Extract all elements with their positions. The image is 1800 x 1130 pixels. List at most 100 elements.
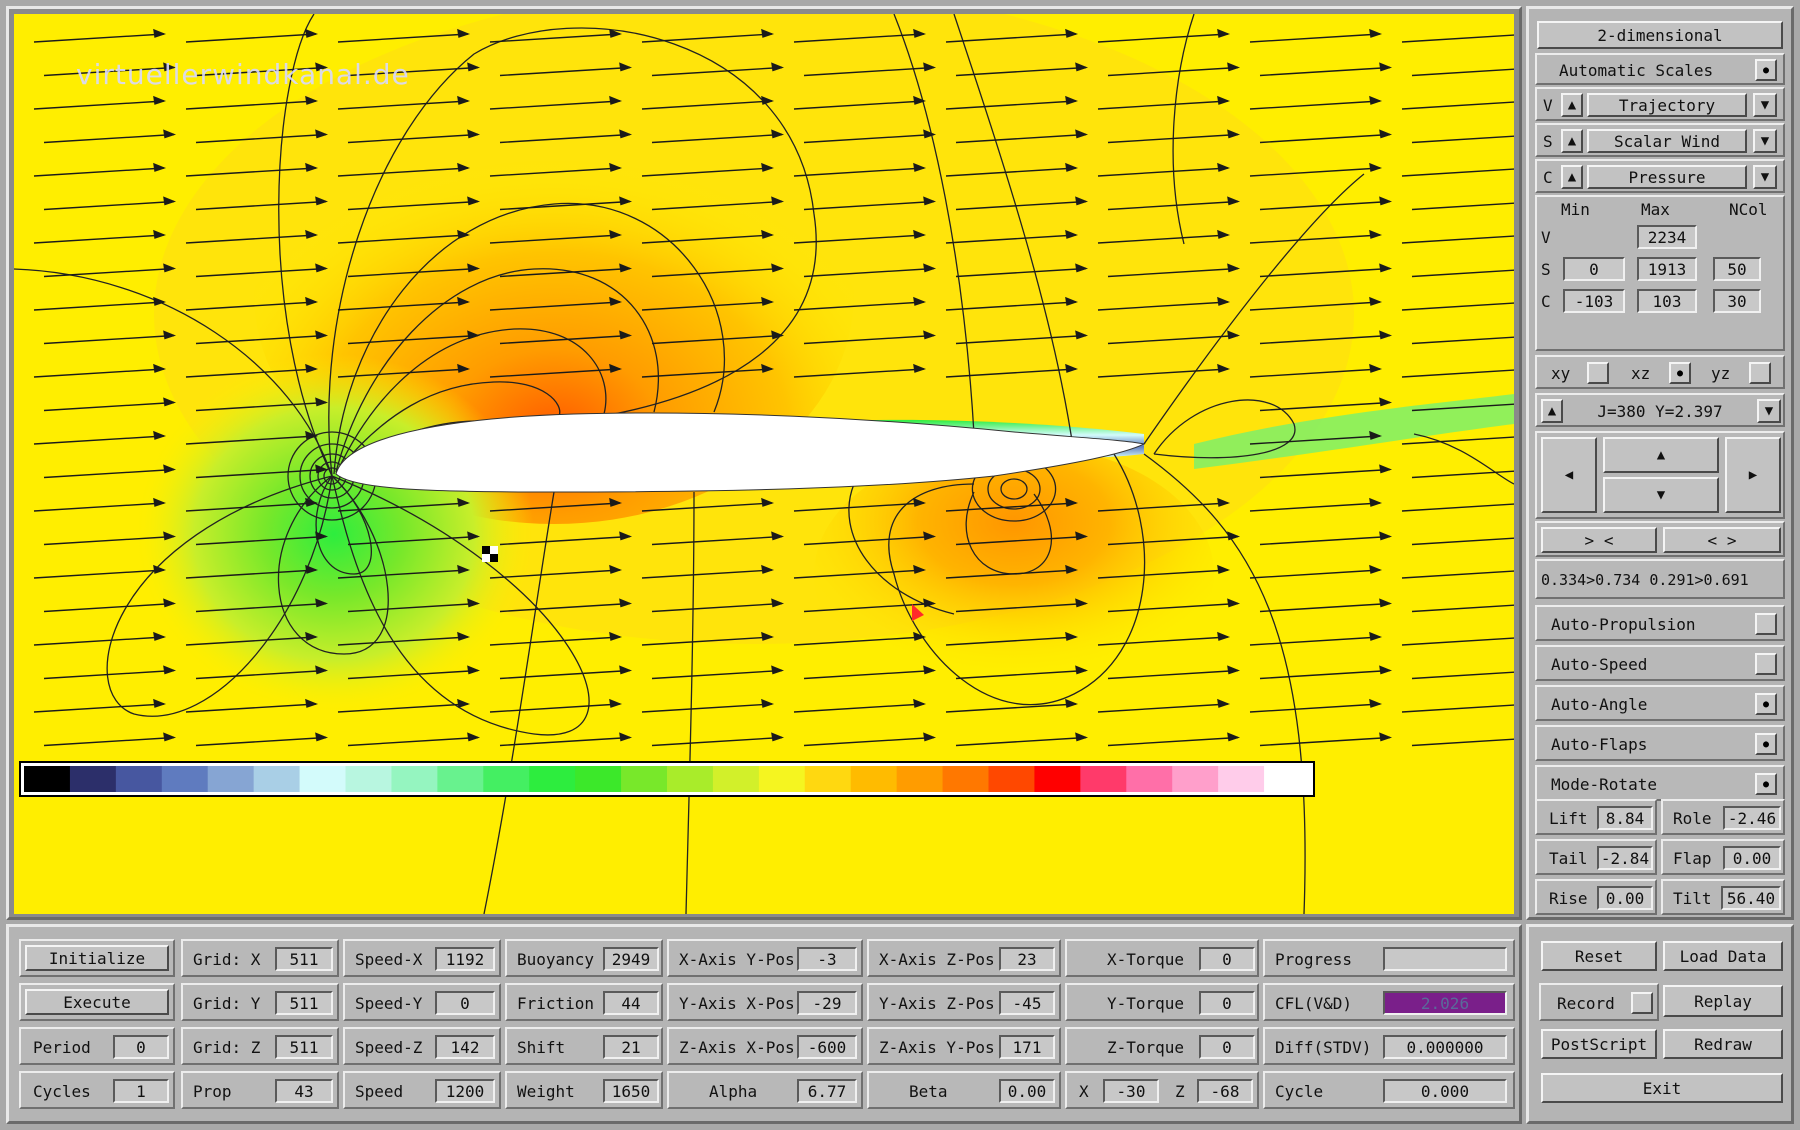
reset-button[interactable]: Reset bbox=[1541, 941, 1657, 971]
slice-up-arrow-icon[interactable]: ▲ bbox=[1541, 399, 1563, 423]
alpha-value[interactable]: 6.77 bbox=[797, 1079, 857, 1103]
speed-z-value[interactable]: 142 bbox=[435, 1035, 495, 1059]
plane-xy-radio[interactable] bbox=[1587, 362, 1609, 384]
zaxis-ypos-value[interactable]: 171 bbox=[999, 1035, 1055, 1059]
contour-dropdown-arrow-icon[interactable]: ▼ bbox=[1753, 165, 1777, 189]
slice-down-arrow-icon[interactable]: ▼ bbox=[1757, 399, 1781, 423]
cycles-value[interactable]: 1 bbox=[113, 1079, 169, 1103]
friction-value[interactable]: 44 bbox=[603, 991, 659, 1015]
contour-up-arrow-icon[interactable]: ▲ bbox=[1561, 165, 1583, 189]
zoom-out-button[interactable]: < > bbox=[1663, 527, 1781, 553]
vector-dropdown-arrow-icon[interactable]: ▼ bbox=[1753, 93, 1777, 117]
yaxis-zpos-value[interactable]: -45 bbox=[999, 991, 1055, 1015]
flow-field-svg[interactable] bbox=[13, 0, 1545, 915]
scalar-dropdown-arrow-icon[interactable]: ▼ bbox=[1753, 129, 1777, 153]
load-data-button[interactable]: Load Data bbox=[1663, 941, 1783, 971]
tail-value[interactable]: -2.84 bbox=[1597, 846, 1653, 870]
grid-y-value[interactable]: 511 bbox=[275, 991, 333, 1015]
flow-visualization[interactable]: virtuellerwindkanal.de bbox=[13, 0, 1545, 915]
toggle-label: Auto-Propulsion bbox=[1551, 614, 1696, 634]
beta-value[interactable]: 0.00 bbox=[999, 1079, 1055, 1103]
vector-up-arrow-icon[interactable]: ▲ bbox=[1561, 93, 1583, 117]
vector-type-dropdown[interactable]: Trajectory bbox=[1587, 93, 1747, 117]
toggle-checkbox[interactable] bbox=[1755, 613, 1777, 635]
scalar-type-dropdown[interactable]: Scalar Wind bbox=[1587, 129, 1747, 153]
rise-value[interactable]: 0.00 bbox=[1597, 886, 1653, 910]
c-max-field[interactable]: 103 bbox=[1637, 289, 1697, 313]
s-ncol-field[interactable]: 50 bbox=[1713, 257, 1761, 281]
shift-value[interactable]: 21 bbox=[603, 1035, 659, 1059]
speed-x-group: Speed-X 1192 bbox=[343, 939, 501, 977]
alpha-group: Alpha 6.77 bbox=[667, 1071, 863, 1109]
contour-type-dropdown[interactable]: Pressure bbox=[1587, 165, 1747, 189]
plane-xy-label: xy bbox=[1551, 363, 1571, 383]
lift-group: Lift 8.84 bbox=[1535, 799, 1657, 835]
v-max-field[interactable]: 2234 bbox=[1637, 225, 1697, 249]
yaxis-xpos-value[interactable]: -29 bbox=[797, 991, 857, 1015]
weight-value[interactable]: 1650 bbox=[603, 1079, 659, 1103]
grid-y-label: Grid: Y bbox=[193, 993, 261, 1013]
zoom-in-button[interactable]: > < bbox=[1541, 527, 1657, 553]
lift-value[interactable]: 8.84 bbox=[1597, 806, 1653, 830]
shift-label: Shift bbox=[517, 1037, 566, 1057]
zaxis-xpos-value[interactable]: -600 bbox=[797, 1035, 857, 1059]
record-checkbox[interactable] bbox=[1631, 992, 1653, 1014]
mode-2d-button[interactable]: 2-dimensional bbox=[1537, 21, 1783, 49]
redraw-button[interactable]: Redraw bbox=[1663, 1029, 1783, 1059]
s-min-field[interactable]: 0 bbox=[1563, 257, 1625, 281]
toggle-checkbox[interactable]: ● bbox=[1755, 693, 1777, 715]
period-value[interactable]: 0 bbox=[113, 1035, 169, 1059]
pan-up-arrow-icon[interactable]: ▲ bbox=[1603, 437, 1719, 473]
z-torque-value[interactable]: 0 bbox=[1199, 1035, 1255, 1059]
z-position-value[interactable]: -68 bbox=[1197, 1079, 1253, 1103]
pan-right-arrow-icon[interactable]: ▶ bbox=[1725, 437, 1781, 513]
grid-x-value[interactable]: 511 bbox=[275, 947, 333, 971]
zaxis-ypos-label: Z-Axis Y-Pos bbox=[879, 1037, 995, 1057]
colorbar-swatch bbox=[850, 766, 898, 792]
rise-label: Rise bbox=[1549, 888, 1588, 908]
toggle-checkbox[interactable]: ● bbox=[1755, 733, 1777, 755]
toggle-checkbox[interactable] bbox=[1755, 653, 1777, 675]
replay-button[interactable]: Replay bbox=[1663, 985, 1783, 1017]
exit-button[interactable]: Exit bbox=[1541, 1073, 1783, 1103]
speed-y-label: Speed-Y bbox=[355, 993, 423, 1013]
toggle-checkbox[interactable]: ● bbox=[1755, 773, 1777, 795]
flap-value[interactable]: 0.00 bbox=[1723, 846, 1781, 870]
pan-left-arrow-icon[interactable]: ◀ bbox=[1541, 437, 1597, 513]
role-value[interactable]: -2.46 bbox=[1723, 806, 1781, 830]
execute-button[interactable]: Execute bbox=[25, 989, 169, 1015]
c-ncol-field[interactable]: 30 bbox=[1713, 289, 1761, 313]
prop-value[interactable]: 43 bbox=[275, 1079, 333, 1103]
postscript-button[interactable]: PostScript bbox=[1541, 1029, 1657, 1059]
x-torque-value[interactable]: 0 bbox=[1199, 947, 1255, 971]
toggle-row-0: Auto-Propulsion bbox=[1535, 605, 1785, 641]
x-position-value[interactable]: -30 bbox=[1103, 1079, 1159, 1103]
y-torque-value[interactable]: 0 bbox=[1199, 991, 1255, 1015]
speed-x-value[interactable]: 1192 bbox=[435, 947, 495, 971]
auto-scales-checkbox[interactable]: ● bbox=[1755, 59, 1777, 81]
x-position-label: X bbox=[1079, 1081, 1089, 1101]
role-label: Role bbox=[1673, 808, 1712, 828]
xaxis-ypos-value[interactable]: -3 bbox=[797, 947, 857, 971]
scalar-up-arrow-icon[interactable]: ▲ bbox=[1561, 129, 1583, 153]
z-torque-label: Z-Torque bbox=[1107, 1037, 1185, 1057]
speed-y-group: Speed-Y 0 bbox=[343, 983, 501, 1021]
c-min-field[interactable]: -103 bbox=[1563, 289, 1625, 313]
flap-label: Flap bbox=[1673, 848, 1712, 868]
x-torque-group: X-Torque 0 bbox=[1065, 939, 1259, 977]
speed-z-label: Speed-Z bbox=[355, 1037, 423, 1057]
tilt-value[interactable]: 56.40 bbox=[1721, 886, 1781, 910]
initialize-button[interactable]: Initialize bbox=[25, 945, 169, 971]
period-label: Period bbox=[33, 1037, 91, 1057]
plane-xz-radio[interactable]: ● bbox=[1669, 362, 1691, 384]
speed-y-value[interactable]: 0 bbox=[435, 991, 495, 1015]
min-header: Min bbox=[1561, 199, 1590, 219]
buoyancy-value[interactable]: 2949 bbox=[603, 947, 659, 971]
pan-down-arrow-icon[interactable]: ▼ bbox=[1603, 477, 1719, 513]
s-row-letter: S bbox=[1541, 259, 1551, 279]
xaxis-zpos-value[interactable]: 23 bbox=[999, 947, 1055, 971]
speed-value[interactable]: 1200 bbox=[435, 1079, 495, 1103]
grid-z-value[interactable]: 511 bbox=[275, 1035, 333, 1059]
s-max-field[interactable]: 1913 bbox=[1637, 257, 1697, 281]
plane-yz-radio[interactable] bbox=[1749, 362, 1771, 384]
